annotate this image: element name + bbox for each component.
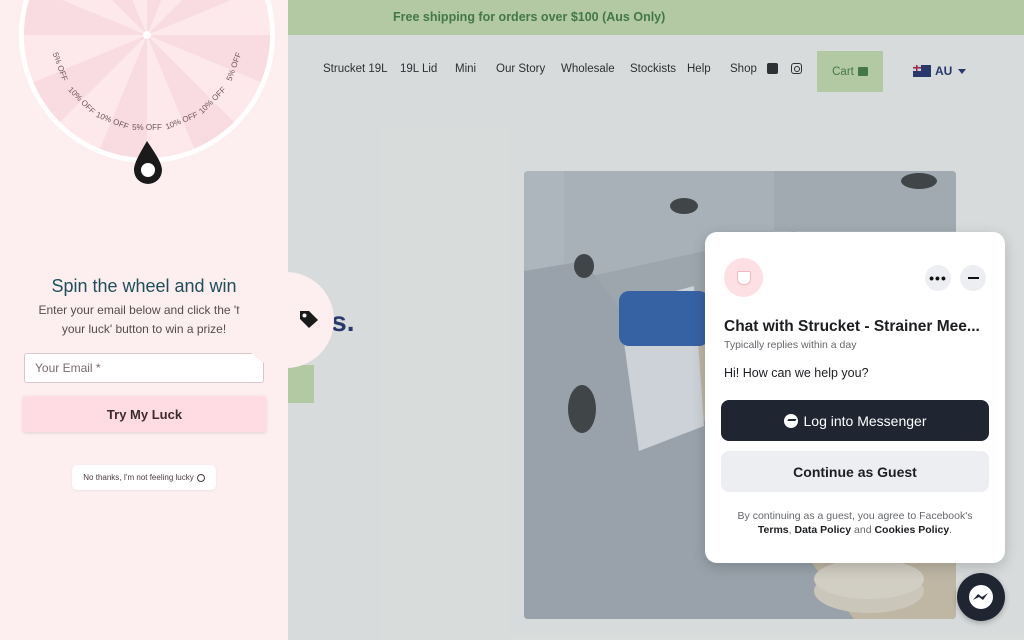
messenger-icon: [783, 413, 798, 428]
nav-item-mini[interactable]: Mini: [455, 63, 476, 75]
no-thanks-button[interactable]: No thanks, I'm not feeling lucky: [72, 465, 216, 490]
nav-item-help[interactable]: Help: [687, 63, 711, 75]
locale-selector[interactable]: AU: [913, 64, 967, 78]
messenger-chat-card: ••• Chat with Strucket - Strainer Mee...…: [705, 232, 1005, 563]
prize-wheel[interactable]: 5% OFF10% OFF10% OFF5% OFF10% OFF10% OFF…: [0, 0, 288, 200]
shopping-bag-icon: [857, 67, 868, 76]
announcement-text: Free shipping for orders over $100 (Aus …: [393, 10, 666, 24]
chat-title: Chat with Strucket - Strainer Mee...: [724, 318, 980, 335]
email-input[interactable]: [24, 353, 264, 383]
chat-greeting: Hi! How can we help you?: [724, 366, 869, 380]
login-label: Log into Messenger: [803, 412, 927, 429]
log-into-messenger-button[interactable]: Log into Messenger: [721, 400, 989, 441]
nav-item-strucket-19l[interactable]: Strucket 19L: [323, 63, 388, 75]
nav-item-stockists[interactable]: Stockists: [630, 63, 676, 75]
chevron-down-icon: [958, 68, 967, 74]
nav-item-our-story[interactable]: Our Story: [496, 63, 545, 75]
cart-button[interactable]: Cart: [817, 51, 883, 92]
no-thanks-label: No thanks, I'm not feeling lucky: [83, 473, 194, 482]
cart-label: Cart: [832, 65, 854, 78]
try-my-luck-button[interactable]: Try My Luck: [23, 396, 266, 432]
chat-subtitle: Typically replies within a day: [724, 339, 857, 351]
nav-item-19l-lid[interactable]: 19L Lid: [400, 63, 437, 75]
page-avatar: [724, 258, 763, 297]
hero-button[interactable]: [288, 365, 314, 403]
australia-flag-icon: [913, 65, 931, 77]
legal-notice: By continuing as a guest, you agree to F…: [737, 510, 973, 536]
minimize-icon[interactable]: [960, 265, 986, 291]
terms-link[interactable]: Terms: [758, 524, 789, 536]
messenger-icon: [969, 585, 993, 609]
messenger-launcher-button[interactable]: [957, 573, 1005, 621]
cookies-policy-link[interactable]: Cookies Policy: [874, 524, 949, 536]
instagram-icon[interactable]: [791, 63, 802, 74]
nav-item-shop[interactable]: Shop: [730, 63, 757, 75]
spin-description: Enter your email below and click the 'tr…: [38, 303, 250, 336]
locale-label: AU: [935, 64, 953, 78]
more-options-icon[interactable]: •••: [925, 265, 951, 291]
tag-icon: [300, 311, 318, 328]
wheel-label: 5% OFF: [132, 123, 162, 132]
data-policy-link[interactable]: Data Policy: [794, 524, 851, 536]
nav-item-wholesale[interactable]: Wholesale: [561, 63, 615, 75]
strucket-logo-icon: [736, 270, 751, 285]
sad-face-icon: [196, 473, 205, 482]
continue-as-guest-button[interactable]: Continue as Guest: [721, 451, 989, 492]
facebook-icon[interactable]: [767, 63, 778, 74]
